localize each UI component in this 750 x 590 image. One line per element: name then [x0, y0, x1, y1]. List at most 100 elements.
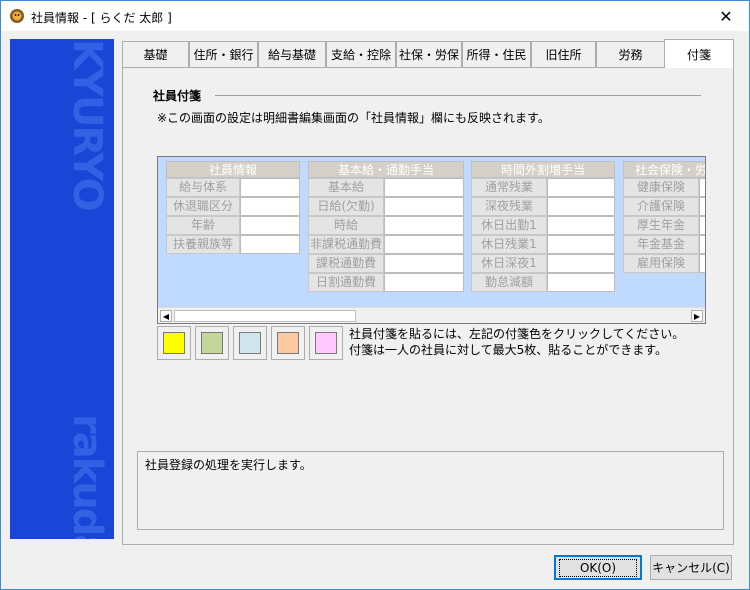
sticky-color-green-button[interactable]: [195, 326, 229, 360]
section-title: 社員付箋: [153, 87, 208, 104]
grid-row-label: 基本給: [308, 178, 384, 197]
ok-button[interactable]: OK(O): [554, 555, 642, 580]
color-chip: [277, 332, 299, 354]
grid-row-label: 時給: [308, 216, 384, 235]
cancel-button-label: キャンセル(C): [652, 561, 730, 575]
tab-0[interactable]: 基礎: [122, 41, 189, 67]
grid-row-value: [384, 216, 464, 235]
grid-row-label: 勤怠減額: [471, 273, 547, 292]
grid-row: 雇用保険: [623, 254, 705, 273]
grid-row-label: 年金基金: [623, 235, 699, 254]
section-divider: [215, 95, 701, 96]
grid-row-value: [547, 235, 615, 254]
grid-row-label: 通常残業: [471, 178, 547, 197]
grid-row-label: 休日残業1: [471, 235, 547, 254]
grid-group-header: 社員情報: [166, 161, 300, 178]
preview-area: 社員情報 給与体系 休退職区分 年齢 扶養親族等 基本給・通勤手当 基本給 日給(欠勤) 時給非…: [158, 157, 705, 307]
grid-row: 日給(欠勤): [308, 197, 464, 216]
grid-row: 時給: [308, 216, 464, 235]
grid-row-value: [547, 197, 615, 216]
grid-row-label: 日給(欠勤): [308, 197, 384, 216]
app-icon: [10, 9, 24, 23]
grid-row-value: [384, 254, 464, 273]
tab-6[interactable]: 旧住所: [531, 41, 596, 67]
grid-row-label: 年齢: [166, 216, 240, 235]
grid-group-header: 基本給・通勤手当: [308, 161, 464, 178]
grid-row-value: [699, 178, 705, 197]
instruction-line-1: 社員付箋を貼るには、左記の付箋色をクリックしてください。: [349, 327, 685, 341]
sticky-color-yellow-button[interactable]: [157, 326, 191, 360]
grid-row: 介護保険: [623, 197, 705, 216]
grid-row-value: [384, 197, 464, 216]
scroll-right-icon[interactable]: ▶: [691, 310, 703, 322]
title-bar: 社員情報 - [ らくだ 太郎 ] ✕: [1, 1, 749, 31]
sticky-instructions: 社員付箋を貼るには、左記の付箋色をクリックしてください。 付箋は一人の社員に対し…: [349, 326, 684, 358]
ok-button-label: OK(O): [558, 558, 638, 577]
grid-row-label: 給与体系: [166, 178, 240, 197]
tab-8[interactable]: 付箋: [664, 39, 734, 68]
grid-row-label: 休退職区分: [166, 197, 240, 216]
cancel-button[interactable]: キャンセル(C): [650, 555, 732, 580]
tab-7[interactable]: 労務: [596, 41, 665, 67]
grid-row-label: 扶養親族等: [166, 235, 240, 254]
section-note: ※この画面の設定は明細書編集画面の「社員情報」欄にも反映されます。: [157, 111, 550, 125]
grid-group-1: 基本給・通勤手当 基本給 日給(欠勤) 時給 非課税通勤費 課税通勤費 日割通勤費: [308, 161, 464, 292]
color-chip: [201, 332, 223, 354]
grid-row-label: 健康保険: [623, 178, 699, 197]
grid-row: 厚生年金: [623, 216, 705, 235]
tab-4[interactable]: 社保・労保: [396, 41, 462, 67]
status-message-box: 社員登録の処理を実行します。: [137, 451, 724, 530]
grid-row-value: [384, 178, 464, 197]
sticky-color-pink-button[interactable]: [309, 326, 343, 360]
grid-row: 休退職区分: [166, 197, 300, 216]
grid-row: 基本給: [308, 178, 464, 197]
status-message: 社員登録の処理を実行します。: [145, 458, 312, 472]
grid-row: 給与体系: [166, 178, 300, 197]
brand-sidebar: KYURYO rakuda: [10, 39, 114, 539]
grid-row-value: [699, 254, 705, 273]
grid-row-label: 深夜残業: [471, 197, 547, 216]
instruction-line-2: 付箋は一人の社員に対して最大5枚、貼ることができます。: [349, 343, 668, 357]
color-chip: [239, 332, 261, 354]
grid-row-value: [240, 197, 300, 216]
grid-row: 通常残業: [471, 178, 615, 197]
tab-5[interactable]: 所得・住民: [462, 41, 531, 67]
grid-row: 年金基金: [623, 235, 705, 254]
dialog-window: 社員情報 - [ らくだ 太郎 ] ✕ KYURYO rakuda 基礎 住所・銀…: [0, 0, 750, 590]
grid-group-2: 時間外割増手当 通常残業 深夜残業 休日出勤1 休日残業1 休日深夜1 勤怠減額: [471, 161, 615, 292]
grid-row-value: [699, 197, 705, 216]
scroll-left-icon[interactable]: ◀: [160, 310, 172, 322]
grid-row-label: 雇用保険: [623, 254, 699, 273]
color-chip: [163, 332, 185, 354]
sidebar-watermark-top: KYURYO: [64, 39, 110, 210]
grid-row-value: [547, 216, 615, 235]
scroll-thumb[interactable]: [174, 310, 356, 322]
grid-row-label: 日割通勤費: [308, 273, 384, 292]
grid-row: 扶養親族等: [166, 235, 300, 254]
grid-row-label: 非課税通勤費: [308, 235, 384, 254]
tab-2[interactable]: 給与基礎: [258, 41, 326, 67]
grid-row-value: [547, 254, 615, 273]
grid-group-0: 社員情報 給与体系 休退職区分 年齢 扶養親族等: [166, 161, 300, 254]
sticky-color-orange-button[interactable]: [271, 326, 305, 360]
sticky-color-blue-button[interactable]: [233, 326, 267, 360]
grid-group-header: 時間外割増手当: [471, 161, 615, 178]
grid-row: 非課税通勤費: [308, 235, 464, 254]
grid-row: 深夜残業: [471, 197, 615, 216]
horizontal-scrollbar[interactable]: ◀ ▶: [158, 307, 705, 323]
grid-row: 休日出勤1: [471, 216, 615, 235]
grid-row-value: [384, 273, 464, 292]
close-icon[interactable]: ✕: [703, 1, 749, 31]
grid-row: 日割通勤費: [308, 273, 464, 292]
grid-row-label: 課税通勤費: [308, 254, 384, 273]
grid-row: 勤怠減額: [471, 273, 615, 292]
grid-row-value: [240, 178, 300, 197]
tab-1[interactable]: 住所・銀行: [189, 41, 258, 67]
grid-row-label: 休日出勤1: [471, 216, 547, 235]
sidebar-watermark-bottom: rakuda: [64, 414, 110, 539]
grid-row: 年齢: [166, 216, 300, 235]
grid-row-label: 休日深夜1: [471, 254, 547, 273]
color-chip: [315, 332, 337, 354]
tab-3[interactable]: 支給・控除: [326, 41, 396, 67]
grid-row-value: [240, 235, 300, 254]
